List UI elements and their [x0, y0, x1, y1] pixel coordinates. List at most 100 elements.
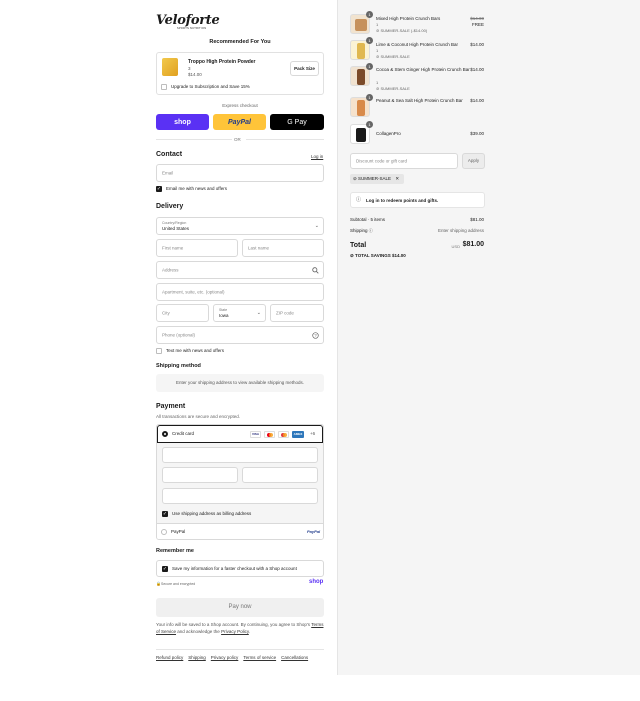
express-checkout-label: Express checkout	[222, 103, 258, 108]
help-icon[interactable]: ⓘ	[369, 228, 373, 233]
phone-field[interactable]: Phone (optional) ?	[156, 326, 324, 344]
footer-links: Refund policy Shipping Privacy policy Te…	[156, 655, 326, 660]
email-news-checkbox[interactable]: ✓	[156, 186, 162, 192]
subscription-checkbox[interactable]	[161, 84, 167, 90]
total-label: Total	[350, 242, 367, 249]
footer-link-privacy[interactable]: Privacy policy	[211, 655, 239, 660]
credit-card-label: Credit card	[172, 431, 195, 436]
shipping-value: Enter shipping address	[437, 228, 484, 233]
delivery-heading: Delivery	[156, 203, 184, 210]
shop-pay-button[interactable]: shop	[156, 114, 209, 130]
remove-code-icon[interactable]: ✕	[395, 176, 399, 181]
legal-text-body: Your info will be saved to a Shop accoun…	[156, 622, 311, 627]
maestro-icon	[278, 431, 289, 438]
apartment-field[interactable]: Apartment, suite, etc. (optional)	[156, 283, 324, 301]
credit-card-radio[interactable]	[162, 431, 168, 437]
paypal-logo: PayPal	[307, 529, 321, 534]
billing-checkbox[interactable]: ✓	[162, 511, 168, 517]
cart-item-name: Mixed High Protein Crunch Bars	[376, 16, 441, 21]
brand-logo[interactable]: Veloforte	[156, 13, 220, 28]
pay-now-label: Pay now	[228, 604, 252, 610]
page-bottom	[0, 675, 640, 701]
legal-text: Your info will be saved to a Shop accoun…	[156, 621, 326, 635]
applied-code-chip: ⊘ SUMMER-SALE ✕	[350, 174, 404, 184]
gpay-button[interactable]: G Pay	[270, 114, 324, 130]
last-name-field[interactable]: Last name	[242, 239, 324, 257]
phone-placeholder: Phone (optional)	[162, 332, 196, 338]
billing-label: Use shipping address as billing address	[172, 511, 252, 516]
cart-item-qty-badge: 1	[366, 94, 373, 101]
last-name-placeholder: Last name	[248, 245, 270, 251]
footer-link-terms[interactable]: Terms of service	[243, 655, 276, 660]
apartment-placeholder: Apartment, suite, etc. (optional)	[162, 289, 225, 295]
shipping-method-box: Enter your shipping address to view avai…	[156, 374, 324, 392]
text-news-label: Text me with news and offers	[166, 348, 224, 353]
pack-size-button[interactable]: Pack Size	[290, 61, 319, 76]
cart-item-price: $14.00	[470, 42, 484, 47]
cart-item-discount-text: SUMMER-SALE	[380, 54, 410, 59]
privacy-link[interactable]: Privacy Policy	[221, 629, 249, 634]
cart-item-qty-badge: 1	[366, 63, 373, 70]
recommended-product-name: Troppo High Protein Powder	[188, 59, 256, 65]
payment-subtitle: All transactions are secure and encrypte…	[156, 414, 241, 419]
footer-link-shipping[interactable]: Shipping	[188, 655, 206, 660]
savings-label: TOTAL SAVINGS	[355, 253, 391, 258]
help-icon[interactable]: ?	[312, 332, 319, 339]
apply-button[interactable]: Apply	[462, 153, 485, 169]
country-select[interactable]: Country/Region United States ⌄	[156, 217, 324, 235]
card-number-field[interactable]	[162, 447, 318, 463]
address-placeholder: Address	[162, 267, 179, 273]
card-expiry-field[interactable]	[162, 467, 238, 483]
savings-value: $14.00	[391, 253, 406, 258]
points-box[interactable]: ⓘ Log in to redeem points and gifts.	[350, 192, 485, 208]
city-field[interactable]: City	[156, 304, 209, 322]
card-security-field[interactable]	[242, 467, 318, 483]
mastercard-icon	[264, 431, 275, 438]
email-placeholder: Email	[162, 170, 174, 176]
cart-item-name: CollagenPro	[376, 131, 401, 136]
paypal-button[interactable]: PayPal	[213, 114, 266, 130]
cart-item-price: $39.00	[470, 131, 484, 136]
checkout-main: Veloforte SPORTS NUTRITION Recommended F…	[0, 0, 337, 675]
cart-item-discount: ⊘ SUMMER-SALE (-$14.00)	[376, 28, 428, 33]
state-select[interactable]: State Iowa ⌄	[213, 304, 266, 322]
cart-item-name: Peanut & Sea Salt High Protein Crunch Ba…	[376, 98, 463, 103]
credit-card-option[interactable]: Credit card VISA AMEX +6	[157, 425, 323, 443]
remember-box: ✓ Save my information for a faster check…	[156, 560, 324, 577]
recommended-card: Troppo High Protein Powder 3 $14.00 Pack…	[156, 52, 324, 95]
legal-and: and acknowledge the	[177, 629, 220, 634]
zip-field[interactable]: ZIP code	[270, 304, 324, 322]
amex-icon: AMEX	[292, 431, 304, 438]
points-label: Log in to redeem points and gifts.	[366, 198, 439, 203]
recommended-product-price: $14.00	[188, 72, 202, 77]
footer-link-cancellations[interactable]: Cancellations	[281, 655, 308, 660]
remember-checkbox[interactable]: ✓	[162, 566, 168, 572]
tag-icon: ⊘	[353, 176, 357, 181]
shipping-method-heading: Shipping method	[156, 363, 201, 369]
email-field[interactable]: Email	[156, 164, 324, 182]
recommended-title: Recommended For You	[209, 39, 271, 45]
pay-now-button[interactable]: Pay now	[156, 598, 324, 617]
first-name-field[interactable]: First name	[156, 239, 238, 257]
more-cards-label: +6	[310, 431, 316, 436]
text-news-checkbox[interactable]	[156, 348, 162, 354]
paypal-option[interactable]: PayPal PayPal	[157, 523, 323, 539]
recommended-product-qty: 3	[188, 66, 191, 71]
cart-item-qty-badge: 1	[366, 11, 373, 18]
footer-link-refund[interactable]: Refund policy	[156, 655, 183, 660]
paypal-option-label: PayPal	[171, 529, 186, 534]
city-placeholder: City	[162, 310, 170, 316]
total-currency: USD	[451, 244, 460, 249]
discount-code-field[interactable]: Discount code or gift card	[350, 153, 458, 169]
address-field[interactable]: Address	[156, 261, 324, 279]
cart-item-discount: ⊘ SUMMER-SALE	[376, 54, 410, 59]
login-link[interactable]: Log in	[311, 154, 323, 159]
card-form-area: ✓ Use shipping address as billing addres…	[157, 443, 323, 523]
state-value: Iowa	[219, 313, 229, 318]
shop-pay-label: shop	[174, 118, 191, 126]
discount-code-placeholder: Discount code or gift card	[356, 158, 408, 164]
card-name-field[interactable]	[162, 488, 318, 504]
or-divider-left	[156, 139, 232, 140]
cart-item-price: $14.00	[470, 67, 484, 72]
paypal-radio[interactable]	[161, 529, 167, 535]
